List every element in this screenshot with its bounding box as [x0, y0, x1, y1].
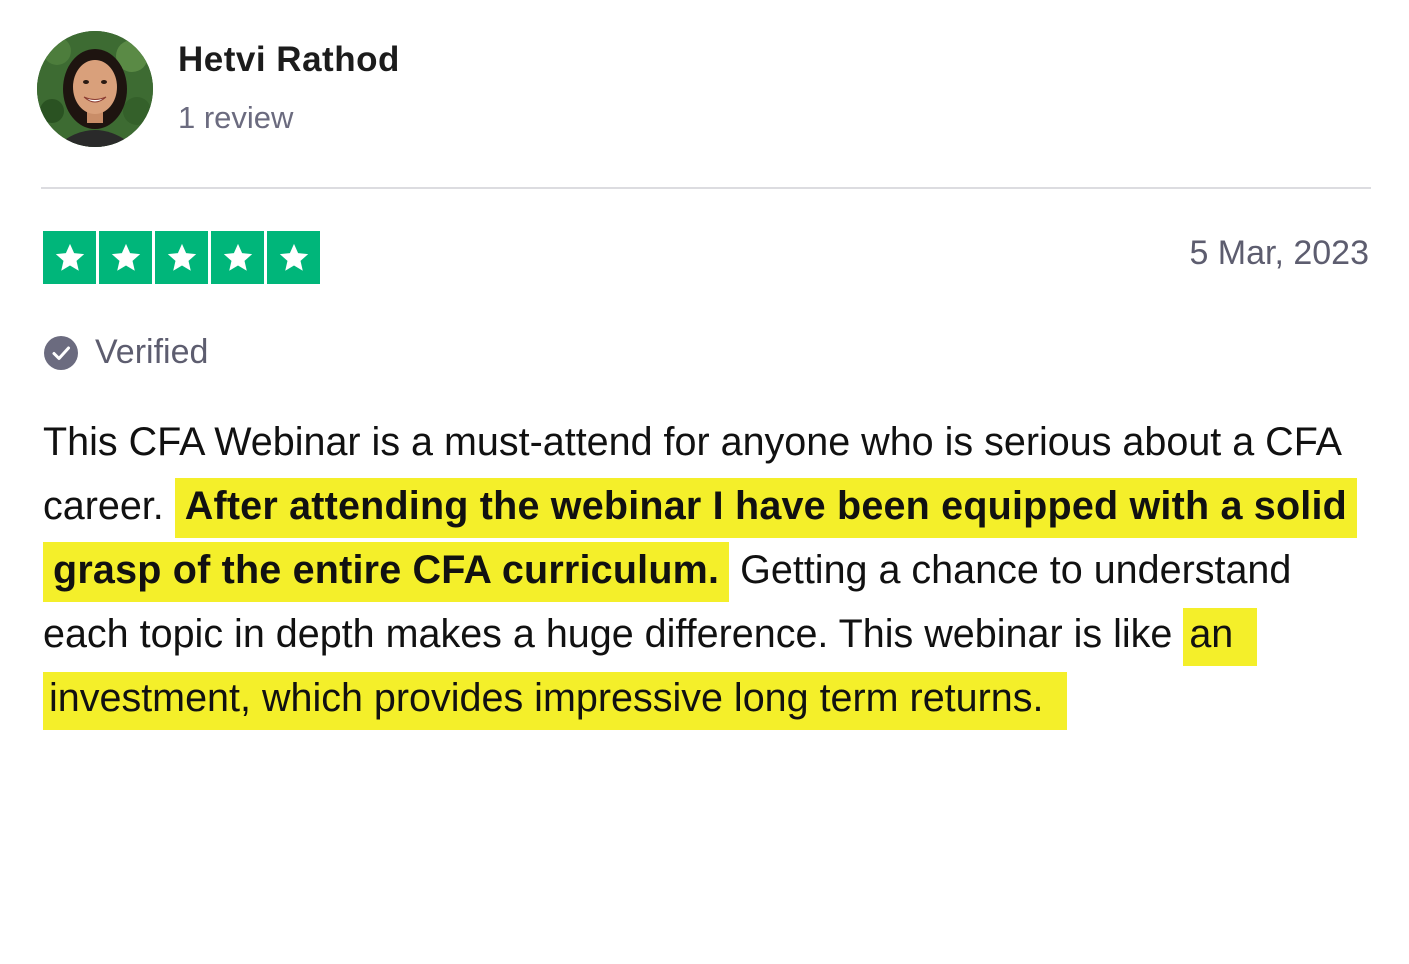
star-rating: [43, 231, 320, 284]
review-body: This CFA Webinar is a must-attend for an…: [43, 410, 1373, 730]
verified-badge[interactable]: Verified: [43, 333, 208, 372]
star-icon: [167, 243, 196, 271]
star-box: [155, 231, 208, 284]
star-icon: [111, 243, 140, 271]
reviewer-name[interactable]: Hetvi Rathod: [178, 40, 400, 80]
verified-label: Verified: [95, 333, 209, 371]
star-box: [211, 231, 264, 284]
divider: [41, 187, 1371, 189]
star-icon: [223, 243, 252, 271]
star-box: [99, 231, 152, 284]
star-box: [267, 231, 320, 284]
avatar[interactable]: [37, 31, 153, 147]
review-count: 1 review: [178, 100, 294, 135]
star-icon: [279, 243, 308, 271]
star-icon: [55, 243, 84, 271]
reviewer-photo-icon: [37, 31, 153, 147]
check-circle-icon: [44, 335, 78, 370]
star-box: [43, 231, 96, 284]
review-date: 5 Mar, 2023: [1189, 234, 1369, 272]
